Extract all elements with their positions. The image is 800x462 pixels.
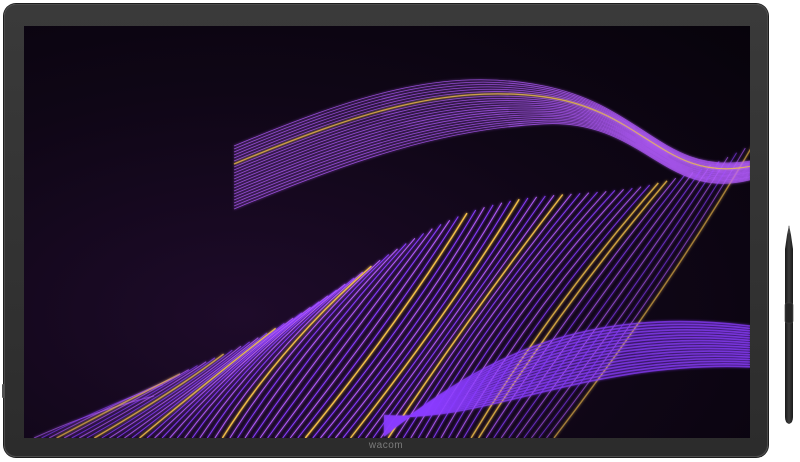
- wave-strand: [546, 147, 746, 438]
- side-button: [2, 384, 5, 398]
- brand-logo: wacom: [368, 440, 404, 451]
- wave-strand: [523, 160, 720, 438]
- display-screen: [24, 26, 750, 438]
- wave-strand: [500, 171, 694, 438]
- wave-strand: [553, 148, 750, 438]
- wave-strand: [86, 357, 216, 438]
- wave-strand: [233, 108, 750, 186]
- stylus-pen-icon[interactable]: [782, 225, 796, 425]
- wave-strand: [493, 175, 685, 438]
- wave-strand: [131, 332, 268, 438]
- wave-strand: [455, 186, 642, 438]
- wave-strand: [448, 187, 633, 438]
- wave-strand: [538, 152, 738, 438]
- wave-strand: [124, 337, 259, 438]
- wave-artwork: [33, 79, 750, 438]
- pen-display-tablet: wacom: [2, 4, 768, 457]
- wave-strand: [139, 327, 277, 438]
